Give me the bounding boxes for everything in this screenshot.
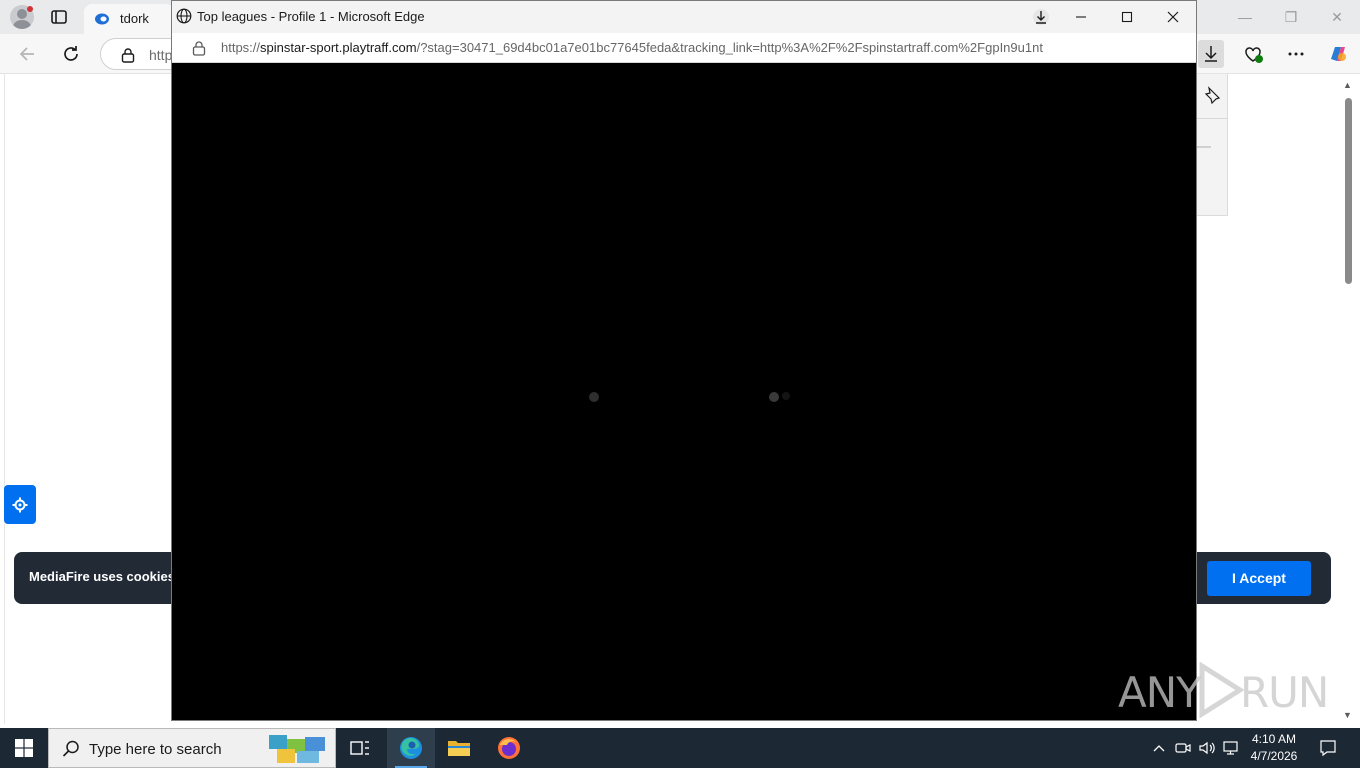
firefox-icon xyxy=(498,737,520,759)
meet-now-icon xyxy=(1175,743,1191,753)
more-icon[interactable] xyxy=(1285,43,1307,65)
bg-minimize-icon[interactable]: — xyxy=(1222,4,1268,30)
accept-cookies-button[interactable]: I Accept xyxy=(1207,561,1311,596)
popup-page-content[interactable] xyxy=(172,64,1196,720)
popup-url: https://spinstar-sport.playtraff.com/?st… xyxy=(221,40,1043,55)
anyrun-watermark: ANY RUN xyxy=(1118,660,1329,720)
url-prefix: https:// xyxy=(221,40,261,55)
refresh-icon[interactable] xyxy=(60,43,82,65)
task-view-icon xyxy=(350,741,369,755)
side-panel-divider xyxy=(1197,118,1227,119)
file-explorer-icon xyxy=(448,741,470,756)
clock-date: 4/7/2026 xyxy=(1250,749,1298,763)
back-icon[interactable] xyxy=(16,43,38,65)
tab-tdork[interactable]: tdork xyxy=(84,4,174,34)
volume-icon xyxy=(1199,741,1215,755)
url-path: /?stag=30471_69d4bc01a7e01bc77645feda&tr… xyxy=(416,40,1043,55)
gear-icon xyxy=(12,497,28,512)
tab-actions-icon[interactable] xyxy=(50,8,68,26)
bg-close-icon[interactable]: ✕ xyxy=(1314,4,1360,30)
page-border xyxy=(4,74,5,724)
loading-dot xyxy=(769,392,779,402)
popup-url-bar[interactable]: https://spinstar-sport.playtraff.com/?st… xyxy=(172,33,1196,63)
task-view-button[interactable] xyxy=(336,728,384,768)
bg-restore-icon[interactable]: ❐ xyxy=(1268,4,1314,30)
tray-meet-now-button[interactable] xyxy=(1174,728,1192,768)
popup-window-title: Top leagues - Profile 1 - Microsoft Edge xyxy=(197,9,425,24)
download-icon xyxy=(1033,9,1049,25)
page-scrollbar[interactable]: ▲ ▼ xyxy=(1340,78,1356,720)
downloads-icon[interactable] xyxy=(1198,40,1224,68)
taskbar-search-box[interactable]: Type here to search xyxy=(48,728,336,768)
chevron-up-icon xyxy=(1153,745,1165,752)
lock-icon xyxy=(192,41,206,56)
loading-dot xyxy=(782,392,790,400)
taskbar-edge-button[interactable] xyxy=(387,728,435,768)
taskbar-file-explorer-button[interactable] xyxy=(435,728,483,768)
profile-notification-dot xyxy=(27,6,33,12)
cookie-text: MediaFire uses cookies t xyxy=(29,569,183,584)
edge-icon xyxy=(400,737,422,759)
side-panel-line xyxy=(1197,146,1211,148)
start-button[interactable] xyxy=(0,728,48,768)
watermark-right: RUN xyxy=(1240,668,1329,717)
taskbar-clock[interactable]: 4:10 AM 4/7/2026 xyxy=(1244,731,1304,765)
maximize-icon xyxy=(1121,11,1133,23)
settings-button[interactable] xyxy=(4,485,36,524)
tray-network-button[interactable] xyxy=(1221,728,1241,768)
tab-favicon-icon xyxy=(95,13,109,25)
network-icon xyxy=(1223,741,1238,755)
side-panel xyxy=(1196,74,1228,216)
scroll-thumb[interactable] xyxy=(1345,98,1352,284)
scroll-up-icon[interactable]: ▲ xyxy=(1343,80,1352,90)
popup-close-button[interactable] xyxy=(1150,1,1196,33)
popup-window: Top leagues - Profile 1 - Microsoft Edge… xyxy=(171,0,1197,721)
loading-dot xyxy=(589,392,599,402)
minimize-icon xyxy=(1076,16,1086,18)
close-icon xyxy=(1167,11,1179,23)
copilot-icon[interactable] xyxy=(1327,43,1349,65)
search-icon xyxy=(62,740,79,757)
tray-overflow-button[interactable] xyxy=(1150,728,1168,768)
pin-icon[interactable] xyxy=(1203,86,1221,104)
clock-time: 4:10 AM xyxy=(1251,732,1297,746)
address-text: http xyxy=(149,47,173,63)
scroll-down-icon[interactable]: ▼ xyxy=(1343,710,1352,720)
taskbar: Type here to search 4:10 AM 4/7/2026 xyxy=(0,728,1360,768)
globe-icon xyxy=(176,8,192,24)
taskbar-firefox-button[interactable] xyxy=(485,728,533,768)
play-logo-icon xyxy=(1199,662,1244,718)
notification-icon xyxy=(1320,740,1336,757)
search-placeholder: Type here to search xyxy=(89,741,222,758)
popup-titlebar[interactable]: Top leagues - Profile 1 - Microsoft Edge xyxy=(172,1,1196,33)
tab-title: tdork xyxy=(120,11,149,26)
popup-maximize-button[interactable] xyxy=(1104,1,1150,33)
lock-icon xyxy=(121,48,135,63)
windows-start-icon xyxy=(15,739,33,757)
search-highlight-puzzle-icon xyxy=(269,735,325,763)
notification-center-button[interactable] xyxy=(1306,728,1350,768)
watermark-left: ANY xyxy=(1118,668,1202,717)
url-host: spinstar-sport.playtraff.com xyxy=(260,40,417,55)
extensions-icon[interactable] xyxy=(1242,43,1264,65)
popup-minimize-button[interactable] xyxy=(1058,1,1104,33)
tray-volume-button[interactable] xyxy=(1197,728,1217,768)
